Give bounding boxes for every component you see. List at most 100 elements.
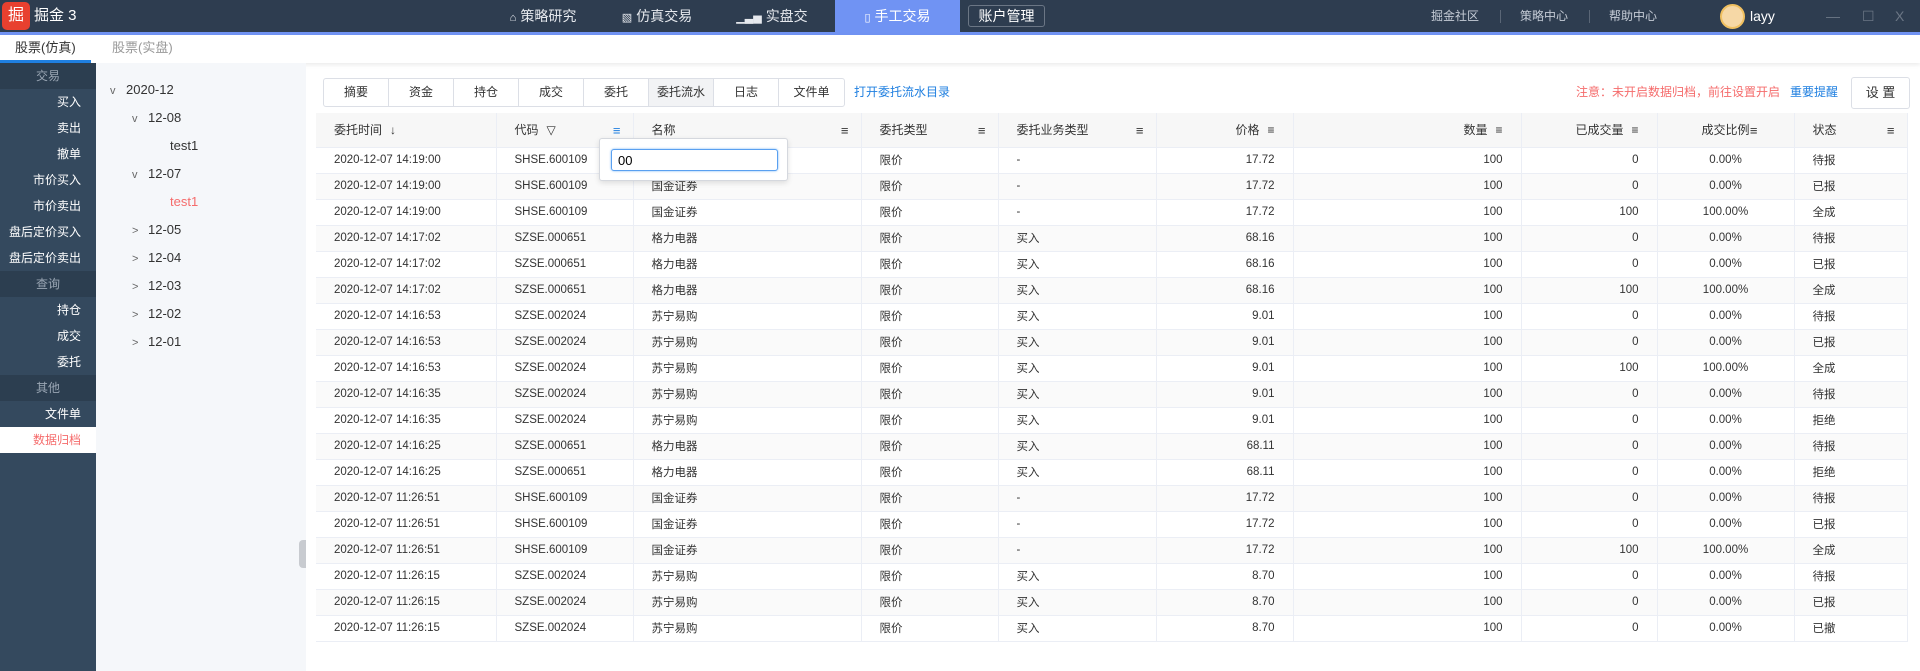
sidebar-item[interactable]: 卖出 bbox=[0, 115, 96, 141]
column-header[interactable]: 委托业务类型 ≡ bbox=[998, 113, 1157, 148]
chevron-right-icon[interactable]: > bbox=[132, 221, 148, 241]
column-menu-icon[interactable]: ≡ bbox=[1887, 123, 1895, 138]
table-row[interactable]: 2020-12-07 11:26:51 SHSE.600109 国金证券 限价 -17.… bbox=[316, 537, 1908, 564]
sidebar-item[interactable]: 数据归档 bbox=[0, 427, 96, 453]
sidebar-item[interactable]: 市价买入 bbox=[0, 167, 96, 193]
table-row[interactable]: 2020-12-07 14:17:02 SZSE.000651 格力电器 限价 买入 68… bbox=[316, 277, 1908, 304]
tab-3[interactable]: 成交 bbox=[519, 79, 584, 106]
chevron-down-icon[interactable]: v bbox=[110, 81, 126, 101]
table-row[interactable]: 2020-12-07 14:19:00SHSE.600109国金证券限价-17.… bbox=[316, 199, 1908, 226]
column-header[interactable]: 成交比例 ≡ bbox=[1657, 113, 1795, 148]
help-center-link[interactable]: 帮助中心 bbox=[1609, 0, 1657, 32]
tree-node[interactable]: >12-03 bbox=[132, 276, 181, 296]
column-header[interactable]: 数量 ≡ bbox=[1293, 113, 1522, 148]
tab-7[interactable]: 文件单 bbox=[779, 79, 844, 106]
column-header[interactable]: 价格 ≡ bbox=[1156, 113, 1294, 148]
column-header[interactable]: 已成交量 ≡ bbox=[1521, 113, 1658, 148]
tab-4[interactable]: 委托 bbox=[584, 79, 649, 106]
close-icon[interactable]: X bbox=[1895, 0, 1904, 32]
table-row[interactable]: 2020-12-07 11:26:15 SZSE.002024 苏宁易购 限价 买入 8.… bbox=[316, 615, 1908, 642]
table-row[interactable]: 2020-12-07 11:26:15 SZSE.002024 苏宁易购 限价 买入 8.… bbox=[316, 563, 1908, 590]
tab-stock-live[interactable]: 股票(实盘) bbox=[97, 35, 188, 63]
tab-0[interactable]: 摘要 bbox=[324, 79, 389, 106]
column-menu-icon[interactable]: ≡ bbox=[1750, 123, 1758, 138]
nav-manual-trade[interactable]: ▯ 手工交易 bbox=[835, 0, 960, 32]
table-row[interactable]: 2020-12-07 14:17:02 SZSE.000651 格力电器 限价 买入 68… bbox=[316, 251, 1908, 278]
table-cell: 2020-12-07 14:16:25 bbox=[316, 459, 497, 486]
table-row[interactable]: 2020-12-07 14:16:53 SZSE.002024 苏宁易购 限价 买入 9.… bbox=[316, 329, 1908, 356]
avatar[interactable] bbox=[1720, 4, 1745, 29]
tab-6[interactable]: 日志 bbox=[714, 79, 779, 106]
nav-chart[interactable]: ▧ 仿真交易 bbox=[612, 0, 702, 32]
tree-node[interactable]: >12-05 bbox=[132, 220, 181, 240]
sidebar-item[interactable]: 盘后定价买入 bbox=[0, 219, 96, 245]
table-row[interactable]: 2020-12-07 14:19:00SHSE.600109国金证券限价-17.… bbox=[316, 173, 1908, 200]
settings-button[interactable]: 设 置 bbox=[1851, 77, 1910, 109]
sidebar-item[interactable]: 委托 bbox=[0, 349, 96, 375]
strategy-center-link[interactable]: 策略中心 bbox=[1520, 0, 1568, 32]
table-row[interactable]: 2020-12-07 14:16:25 SZSE.000651 格力电器 限价 买入 68… bbox=[316, 433, 1908, 460]
table-row[interactable]: 2020-12-07 14:16:53 SZSE.002024 苏宁易购 限价 买入 9.… bbox=[316, 303, 1908, 330]
tree-node[interactable]: test1 bbox=[170, 192, 198, 212]
open-directory-link[interactable]: 打开委托流水目录 bbox=[854, 78, 950, 107]
nav-bar-chart[interactable]: ▁▃▅实盘交易 bbox=[727, 0, 817, 58]
sidebar-item[interactable]: 买入 bbox=[0, 89, 96, 115]
bar-chart-icon: ▁▃▅ bbox=[736, 12, 762, 24]
sidebar-item[interactable]: 撤单 bbox=[0, 141, 96, 167]
tree-node[interactable]: >12-04 bbox=[132, 248, 181, 268]
table-row[interactable]: 2020-12-07 14:16:25 SZSE.000651 格力电器 限价 买入 68… bbox=[316, 459, 1908, 486]
tree-node[interactable]: v 2020-12 bbox=[110, 80, 174, 100]
tab-1[interactable]: 资金 bbox=[389, 79, 454, 106]
table-row[interactable]: 2020-12-07 14:17:02 SZSE.000651 格力电器 限价 买入 68… bbox=[316, 225, 1908, 252]
table-row[interactable]: 2020-12-07 11:26:51 SHSE.600109 国金证券 限价 -17.… bbox=[316, 485, 1908, 512]
tab-stock-sim[interactable]: 股票(仿真) bbox=[0, 35, 91, 63]
sort-desc-icon[interactable]: ↓ bbox=[390, 123, 396, 137]
sidebar-item[interactable]: 盘后定价卖出 bbox=[0, 245, 96, 271]
column-header[interactable]: 委托时间 ↓ bbox=[316, 113, 497, 148]
chevron-down-icon[interactable]: v bbox=[132, 109, 148, 129]
menu-icon[interactable]: ≡ bbox=[1495, 123, 1502, 137]
table-row[interactable]: 2020-12-07 14:19:00SHSE.600109国金证券限价-17.… bbox=[316, 147, 1908, 174]
important-reminder-link[interactable]: 重要提醒 bbox=[1790, 78, 1838, 107]
tree-node[interactable]: >12-02 bbox=[132, 304, 181, 324]
table-cell: 100 bbox=[1293, 615, 1522, 642]
sidebar-item[interactable]: 文件单 bbox=[0, 401, 96, 427]
column-menu-icon[interactable]: ≡ bbox=[978, 123, 986, 138]
tab-5[interactable]: 委托流水 bbox=[649, 79, 714, 106]
account-management-button[interactable]: 账户管理 bbox=[968, 5, 1045, 27]
collapse-handle[interactable] bbox=[299, 540, 306, 568]
chevron-right-icon[interactable]: > bbox=[132, 249, 148, 269]
tab-2[interactable]: 持仓 bbox=[454, 79, 519, 106]
chevron-right-icon[interactable]: > bbox=[132, 277, 148, 297]
table-row[interactable]: 2020-12-07 14:16:35 SZSE.002024 苏宁易购 限价 买入 9.… bbox=[316, 407, 1908, 434]
menu-icon[interactable]: ≡ bbox=[1267, 123, 1274, 137]
tree-node[interactable]: >12-01 bbox=[132, 332, 181, 352]
community-link[interactable]: 掘金社区 bbox=[1431, 0, 1479, 32]
table-row[interactable]: 2020-12-07 14:16:35 SZSE.002024 苏宁易购 限价 买入 9.… bbox=[316, 381, 1908, 408]
chevron-right-icon[interactable]: > bbox=[132, 333, 148, 353]
minimize-icon[interactable]: — bbox=[1826, 0, 1840, 32]
nav-graduation-cap[interactable]: ⌂ 策略研究 bbox=[498, 0, 588, 32]
table-row[interactable]: 2020-12-07 11:26:51 SHSE.600109 国金证券 限价 -17.… bbox=[316, 511, 1908, 538]
column-menu-icon[interactable]: ≡ bbox=[613, 123, 621, 138]
username[interactable]: layy bbox=[1750, 0, 1775, 32]
sidebar-item[interactable]: 成交 bbox=[0, 323, 96, 349]
table-cell: SZSE.002024 bbox=[496, 563, 634, 590]
column-header[interactable]: 状态 ≡ bbox=[1794, 113, 1908, 148]
sidebar-item[interactable]: 市价卖出 bbox=[0, 193, 96, 219]
column-header[interactable]: 委托类型 ≡ bbox=[861, 113, 999, 148]
chevron-right-icon[interactable]: > bbox=[132, 305, 148, 325]
maximize-icon[interactable]: ☐ bbox=[1862, 0, 1875, 32]
code-filter-input[interactable] bbox=[611, 149, 778, 171]
filter-icon[interactable]: ▽ bbox=[547, 123, 556, 137]
chevron-down-icon[interactable]: v bbox=[132, 165, 148, 185]
column-menu-icon[interactable]: ≡ bbox=[1136, 123, 1144, 138]
tree-node[interactable]: test1 bbox=[170, 136, 198, 156]
sidebar-item[interactable]: 持仓 bbox=[0, 297, 96, 323]
column-menu-icon[interactable]: ≡ bbox=[841, 123, 849, 138]
table-row[interactable]: 2020-12-07 11:26:15 SZSE.002024 苏宁易购 限价 买入 8.… bbox=[316, 589, 1908, 616]
table-row[interactable]: 2020-12-07 14:16:53 SZSE.002024 苏宁易购 限价 买入 9.… bbox=[316, 355, 1908, 382]
menu-icon[interactable]: ≡ bbox=[1631, 123, 1638, 137]
tree-node[interactable]: v 12-08 bbox=[132, 108, 181, 128]
tree-node[interactable]: v 12-07 bbox=[132, 164, 181, 184]
